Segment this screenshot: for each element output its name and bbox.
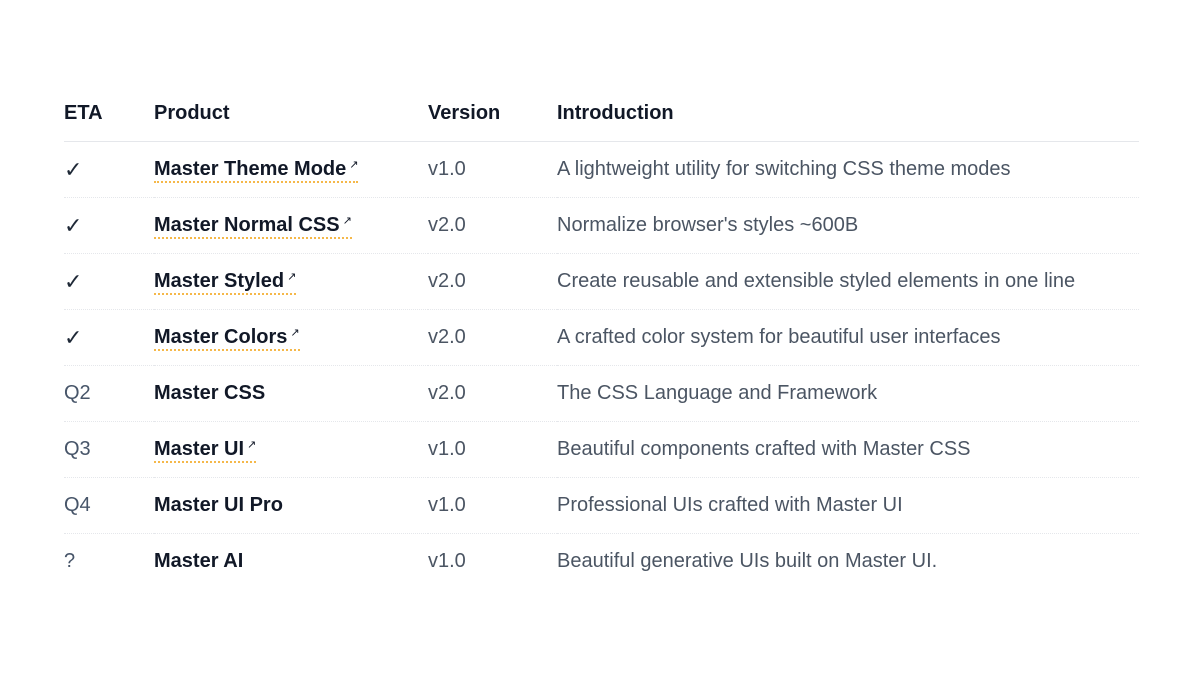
product-cell: Master Styled ↗ bbox=[154, 253, 428, 310]
product-name: Master Styled bbox=[154, 270, 285, 292]
check-icon: ✓ bbox=[64, 197, 154, 254]
roadmap-table-container: ETA Product Version Introduction ✓ Master… bbox=[64, 86, 1139, 589]
external-link-icon: ↗ bbox=[290, 327, 300, 339]
product-cell: Master Colors ↗ bbox=[154, 309, 428, 366]
table-row: ✓ Master Styled ↗ v2.0 Create reusable and e… bbox=[64, 253, 1139, 310]
introduction-cell: A crafted color system for beautiful use… bbox=[557, 309, 1139, 366]
table-row: ✓ Master Colors ↗ v2.0 A crafted color syste… bbox=[64, 309, 1139, 366]
product-name: Master AI bbox=[154, 550, 244, 572]
product-link[interactable]: Master Colors ↗ bbox=[154, 326, 300, 351]
check-icon: ✓ bbox=[64, 141, 154, 198]
external-link-icon: ↗ bbox=[247, 439, 257, 451]
product-link[interactable]: Master Styled ↗ bbox=[154, 270, 297, 295]
version-cell: v2.0 bbox=[428, 197, 557, 254]
header-introduction: Introduction bbox=[557, 86, 1139, 142]
external-link-icon: ↗ bbox=[349, 159, 359, 171]
version-cell: v1.0 bbox=[428, 477, 557, 534]
table-row: Q2 Master CSS v2.0 The CSS Language and Fra… bbox=[64, 365, 1139, 422]
table-header: ETA Product Version Introduction bbox=[64, 86, 1139, 142]
product-cell: Master UI ↗ bbox=[154, 421, 428, 478]
table-row: ✓ Master Normal CSS ↗ v2.0 Normalize browser… bbox=[64, 197, 1139, 254]
eta-cell: Q4 bbox=[64, 477, 154, 534]
product-link[interactable]: Master UI ↗ bbox=[154, 438, 257, 463]
version-cell: v1.0 bbox=[428, 141, 557, 198]
version-cell: v2.0 bbox=[428, 253, 557, 310]
product-name: Master Colors bbox=[154, 326, 288, 348]
roadmap-table: ETA Product Version Introduction ✓ Master… bbox=[64, 86, 1139, 589]
header-product: Product bbox=[154, 86, 428, 142]
check-icon: ✓ bbox=[64, 253, 154, 310]
external-link-icon: ↗ bbox=[287, 271, 297, 283]
eta-cell: ? bbox=[64, 550, 76, 572]
version-cell: v1.0 bbox=[428, 550, 466, 572]
product-name: Master UI bbox=[154, 438, 245, 460]
check-icon: ✓ bbox=[64, 309, 154, 366]
product-link[interactable]: Master Theme Mode ↗ bbox=[154, 158, 359, 183]
header-version: Version bbox=[428, 86, 557, 142]
table-row: ? Master AI v1.0 Beautiful generative UIs b… bbox=[64, 534, 1139, 590]
version-cell: v2.0 bbox=[428, 365, 557, 422]
eta-cell: Q2 bbox=[64, 365, 154, 422]
product-cell: Master AI bbox=[154, 534, 428, 590]
version-cell: v1.0 bbox=[428, 421, 557, 478]
product-cell: Master Normal CSS ↗ bbox=[154, 197, 428, 254]
version-cell: v2.0 bbox=[428, 309, 557, 366]
header-row: ETA Product Version Introduction bbox=[64, 86, 1139, 142]
table-row: Q4 Master UI Pro v1.0 Professional UIs craf… bbox=[64, 477, 1139, 534]
product-name: Master UI Pro bbox=[154, 494, 283, 516]
product-name: Master CSS bbox=[154, 382, 266, 404]
product-name: Master Theme Mode bbox=[154, 158, 347, 180]
introduction-cell: Beautiful components crafted with Master… bbox=[557, 421, 1139, 478]
product-cell: Master UI Pro bbox=[154, 477, 428, 534]
introduction-cell: Beautiful generative UIs built on Master… bbox=[557, 550, 938, 572]
product-link[interactable]: Master Normal CSS ↗ bbox=[154, 214, 352, 239]
table-body: ✓ Master Theme Mode ↗ v1.0 A lightweight uti… bbox=[64, 141, 1139, 590]
product-name: Master Normal CSS bbox=[154, 214, 340, 236]
introduction-cell: A lightweight utility for switching CSS … bbox=[557, 141, 1139, 198]
introduction-cell: Professional UIs crafted with Master UI bbox=[557, 477, 1139, 534]
introduction-cell: Normalize browser's styles ~600B bbox=[557, 197, 1139, 254]
table-row: Q3 Master UI ↗ v1.0 Beautiful components cra… bbox=[64, 421, 1139, 478]
introduction-cell: The CSS Language and Framework bbox=[557, 365, 1139, 422]
product-cell: Master CSS bbox=[154, 365, 428, 422]
eta-cell: Q3 bbox=[64, 421, 154, 478]
external-link-icon: ↗ bbox=[342, 215, 352, 227]
introduction-cell: Create reusable and extensible styled el… bbox=[557, 253, 1139, 310]
header-eta: ETA bbox=[64, 86, 154, 142]
table-row: ✓ Master Theme Mode ↗ v1.0 A lightweight uti… bbox=[64, 141, 1139, 198]
product-cell: Master Theme Mode ↗ bbox=[154, 141, 428, 198]
